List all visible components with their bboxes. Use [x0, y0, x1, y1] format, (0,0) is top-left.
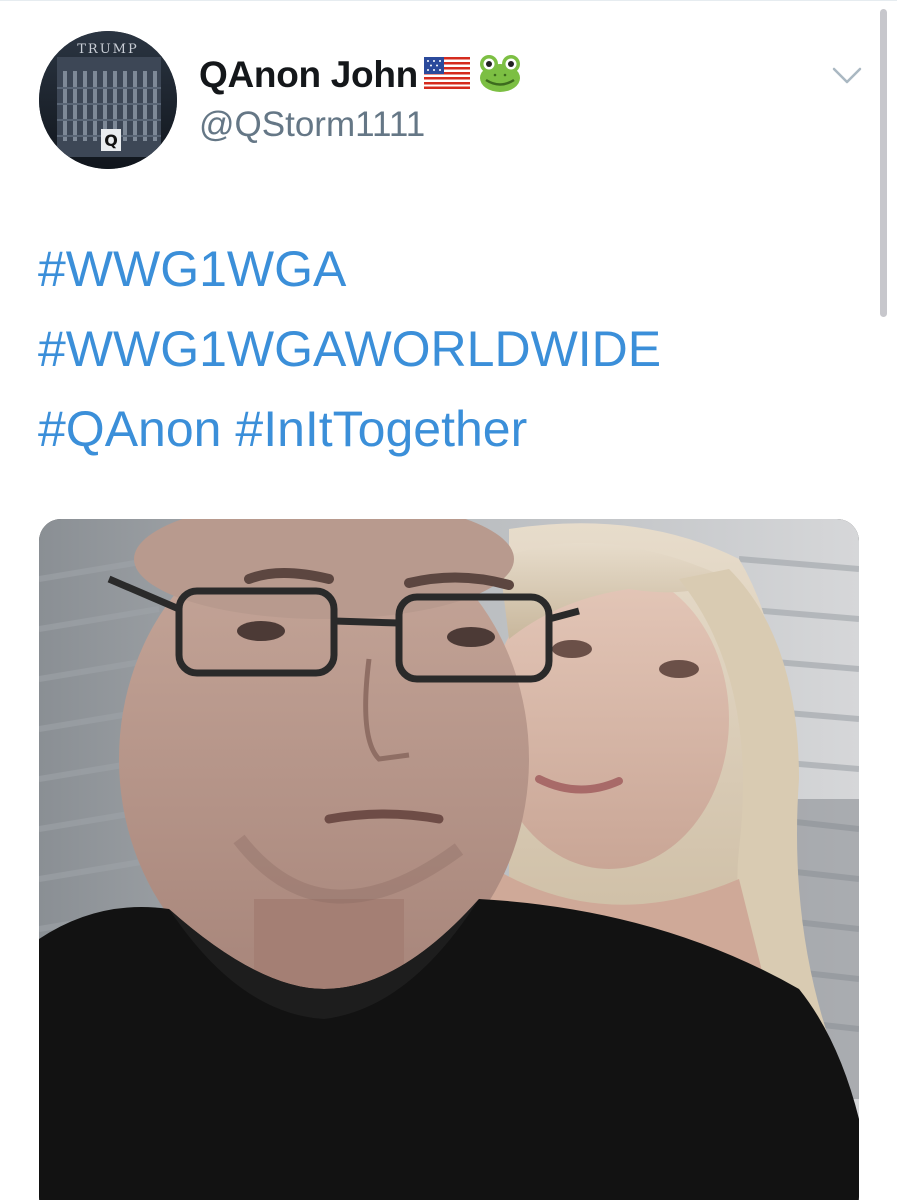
tweet-line: #WWG1WGA	[38, 237, 858, 317]
avatar-badge: Q	[104, 131, 118, 150]
hashtag-link[interactable]: #InItTogether	[235, 401, 527, 457]
frog-icon	[478, 53, 522, 98]
chevron-down-icon[interactable]	[830, 63, 864, 89]
display-name-text: QAnon John	[199, 54, 418, 95]
tweet-line: #QAnon #InItTogether	[38, 397, 858, 477]
us-flag-icon	[423, 56, 470, 94]
hashtag-link[interactable]: #QAnon	[38, 401, 221, 457]
tweet-card[interactable]: TRUMP Q QAnon John @QStorm1111 #WWG1WGA …	[0, 0, 897, 1200]
scrollbar[interactable]	[880, 9, 887, 317]
avatar-text: TRUMP	[77, 42, 138, 57]
tweet-line: #WWG1WGAWORLDWIDE	[38, 317, 858, 397]
hashtag-link[interactable]: #WWG1WGA	[38, 241, 346, 297]
hashtag-link[interactable]: #WWG1WGAWORLDWIDE	[38, 321, 661, 377]
avatar[interactable]: TRUMP Q	[39, 31, 177, 169]
display-name[interactable]: QAnon John	[199, 53, 522, 97]
media-video[interactable]	[39, 519, 859, 1200]
user-handle[interactable]: @QStorm1111	[199, 105, 425, 145]
tweet-text: #WWG1WGA #WWG1WGAWORLDWIDE #QAnon #InItT…	[38, 237, 858, 477]
avatar-image: TRUMP Q	[39, 31, 177, 169]
video-thumbnail	[39, 519, 859, 1200]
